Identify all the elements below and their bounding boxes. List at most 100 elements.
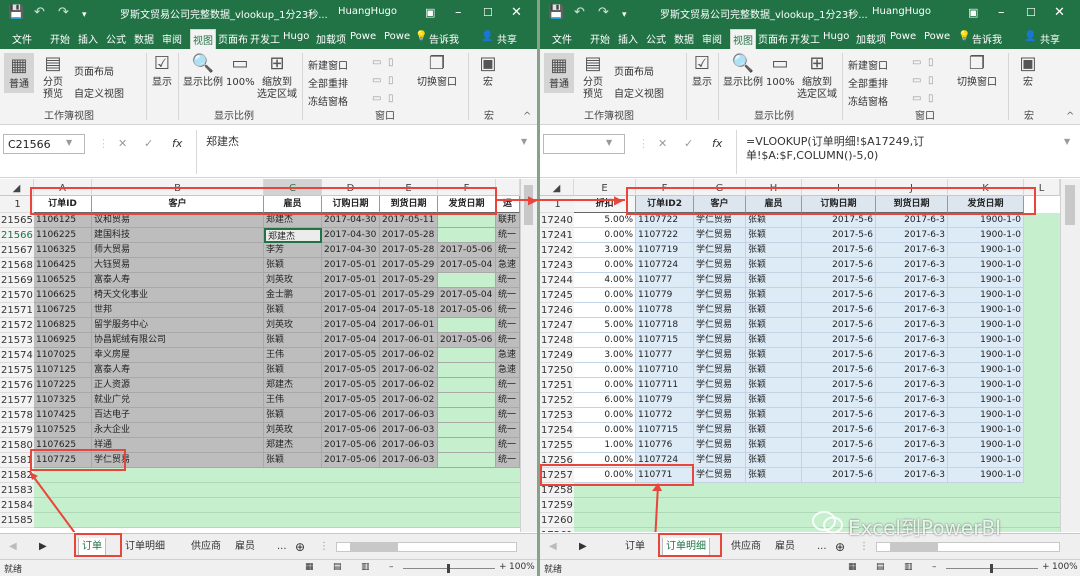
tab-item[interactable]: 公式 [106, 31, 126, 46]
data-cell[interactable]: 张颖 [746, 273, 802, 288]
data-cell[interactable]: 1107715 [636, 333, 694, 348]
sheet-tab[interactable]: 雇员 [232, 538, 258, 556]
unhide-icon[interactable]: ▭ [372, 93, 381, 104]
tab-item[interactable]: 文件 [552, 31, 572, 46]
reset-position-icon[interactable]: ▯ [928, 93, 934, 104]
row-header[interactable]: 21569 [0, 273, 34, 288]
expand-formula-icon[interactable]: ▼ [1064, 137, 1070, 146]
data-cell[interactable]: 1107425 [34, 408, 92, 423]
data-cell[interactable] [438, 228, 496, 243]
data-cell[interactable]: 张颖 [746, 318, 802, 333]
data-cell[interactable]: 2017-6-3 [876, 423, 948, 438]
data-cell[interactable]: 大钰贸易 [92, 258, 264, 273]
share-button[interactable]: 共享 [497, 31, 517, 46]
column-header-blank[interactable] [496, 179, 520, 196]
data-cell[interactable]: 统一 [496, 303, 520, 318]
vertical-scroll-thumb[interactable] [1065, 185, 1075, 225]
data-cell[interactable]: 2017-05-06 [322, 423, 380, 438]
data-cell[interactable]: 百达电子 [92, 408, 264, 423]
data-cell[interactable]: 2017-5-6 [802, 393, 876, 408]
tab-item[interactable]: 数据 [674, 31, 694, 46]
macros-button[interactable]: ▣ 宏 [1014, 53, 1042, 89]
data-cell[interactable]: 0.00% [574, 228, 636, 243]
fx-icon[interactable]: fx [172, 137, 182, 150]
data-cell[interactable] [438, 438, 496, 453]
redo-icon[interactable]: ↷ [598, 6, 609, 20]
data-cell[interactable]: 2017-6-3 [876, 408, 948, 423]
data-cell[interactable]: 2017-05-18 [380, 303, 438, 318]
row-header[interactable]: 17255 [540, 438, 574, 453]
normal-view-status-icon[interactable]: ▦ [305, 562, 314, 572]
data-cell[interactable]: 张颖 [264, 333, 322, 348]
tab-item[interactable]: 开始 [50, 31, 70, 46]
data-cell[interactable]: 1900-1-0 [948, 423, 1024, 438]
data-cell[interactable]: 110778 [636, 303, 694, 318]
data-cell[interactable]: 2017-05-04 [322, 333, 380, 348]
data-cell[interactable]: 张颖 [746, 258, 802, 273]
data-cell[interactable]: 统一 [496, 393, 520, 408]
data-cell[interactable]: 1106925 [34, 333, 92, 348]
data-cell[interactable]: 1900-1-0 [948, 243, 1024, 258]
data-cell[interactable]: 1106825 [34, 318, 92, 333]
data-cell[interactable]: 110772 [636, 408, 694, 423]
save-icon[interactable]: 💾 [8, 6, 24, 20]
data-cell[interactable]: 2017-5-6 [802, 288, 876, 303]
data-cell[interactable]: 学仁贸易 [694, 423, 746, 438]
close-icon[interactable]: ✕ [1054, 6, 1065, 20]
data-cell[interactable]: 2017-04-30 [322, 243, 380, 258]
data-cell[interactable]: 统一 [496, 228, 520, 243]
data-cell[interactable]: 1106425 [34, 258, 92, 273]
data-cell[interactable]: 世邦 [92, 303, 264, 318]
tab-item[interactable]: 加载项 [856, 31, 886, 46]
data-cell[interactable]: 2017-06-03 [380, 438, 438, 453]
data-cell[interactable]: 统一 [496, 453, 520, 468]
data-cell[interactable]: 2017-5-6 [802, 378, 876, 393]
empty-cell[interactable] [1024, 273, 1060, 288]
data-cell[interactable]: 统一 [496, 243, 520, 258]
tab-item[interactable]: 开发工 [250, 31, 280, 46]
empty-cell[interactable] [1024, 378, 1060, 393]
data-cell[interactable]: 4.00% [574, 273, 636, 288]
zoom-percent[interactable]: 100% [509, 562, 535, 572]
empty-cell[interactable] [1024, 228, 1060, 243]
data-cell[interactable]: 0.00% [574, 288, 636, 303]
data-cell[interactable]: 2017-5-6 [802, 423, 876, 438]
sheet-tab[interactable]: ... [814, 538, 830, 556]
data-cell[interactable]: 富泰人寿 [92, 363, 264, 378]
tab-view[interactable]: 视图 [730, 29, 756, 50]
data-cell[interactable]: 2017-6-3 [876, 393, 948, 408]
data-cell[interactable]: 1900-1-0 [948, 453, 1024, 468]
data-cell[interactable]: 1900-1-0 [948, 258, 1024, 273]
new-window-button[interactable]: 新建窗口 [308, 57, 348, 72]
data-cell[interactable]: 学仁贸易 [694, 378, 746, 393]
data-cell[interactable]: 2017-5-6 [802, 333, 876, 348]
data-cell[interactable]: 张颖 [746, 243, 802, 258]
data-cell[interactable]: 2017-05-04 [438, 288, 496, 303]
ribbon-display-options-icon[interactable]: ▣ [425, 6, 435, 20]
row-header[interactable]: 21565 [0, 213, 34, 228]
data-cell[interactable]: 张颖 [746, 423, 802, 438]
data-cell[interactable]: 1107724 [636, 258, 694, 273]
select-all-corner[interactable]: ◢ [0, 179, 34, 196]
data-cell[interactable]: 1107711 [636, 378, 694, 393]
tab-item[interactable]: 审阅 [162, 31, 182, 46]
data-cell[interactable]: 1900-1-0 [948, 303, 1024, 318]
row-header[interactable]: 17243 [540, 258, 574, 273]
maximize-icon[interactable]: ☐ [483, 6, 493, 20]
person-icon[interactable]: 👤 [1024, 31, 1036, 42]
data-cell[interactable]: 1106325 [34, 243, 92, 258]
sync-scroll-icon[interactable]: ▯ [928, 75, 934, 86]
data-cell[interactable]: 110777 [636, 348, 694, 363]
vertical-scrollbar[interactable] [520, 179, 537, 532]
data-cell[interactable]: 2017-6-3 [876, 348, 948, 363]
row-header[interactable]: 17241 [540, 228, 574, 243]
row-header[interactable]: 21572 [0, 318, 34, 333]
data-cell[interactable]: 1107525 [34, 423, 92, 438]
data-cell[interactable]: 1900-1-0 [948, 378, 1024, 393]
data-cell[interactable]: 张颖 [746, 333, 802, 348]
data-cell[interactable]: 学仁贸易 [694, 258, 746, 273]
zoom-percent[interactable]: 100% [1052, 562, 1078, 572]
ribbon-display-options-icon[interactable]: ▣ [968, 6, 978, 20]
tab-item[interactable]: 文件 [12, 31, 32, 46]
add-sheet-icon[interactable]: ⊕ [832, 538, 848, 556]
